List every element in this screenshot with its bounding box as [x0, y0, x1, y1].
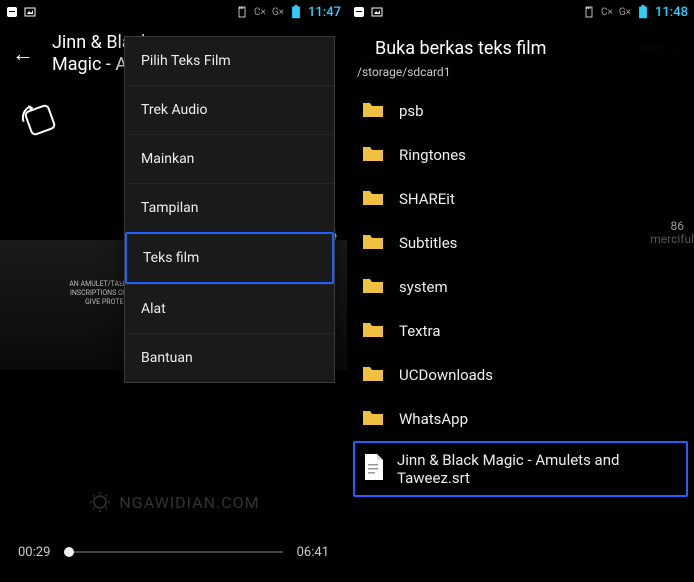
- folder-label: SHAREit: [399, 190, 455, 208]
- right-screenshot: C× G× 11:48 ← Jinn & Black HW ⋮ Buka ber…: [347, 0, 694, 582]
- seek-bar[interactable]: [64, 551, 282, 553]
- file-browser-path: /storage/sdcard1: [347, 63, 694, 89]
- folder-system[interactable]: system: [347, 265, 694, 309]
- net-label-2: G×: [272, 7, 284, 18]
- folder-label: WhatsApp: [399, 410, 468, 428]
- bulb-icon: [87, 490, 111, 514]
- bbm-icon: [353, 6, 365, 18]
- folder-whatsapp[interactable]: WhatsApp: [347, 397, 694, 441]
- menu-mainkan[interactable]: Mainkan: [125, 134, 334, 183]
- folder-label: UCDownloads: [399, 366, 493, 384]
- clock: 11:48: [655, 5, 688, 20]
- menu-tampilan[interactable]: Tampilan: [125, 183, 334, 232]
- sdcard-icon: [236, 6, 248, 18]
- file-srt[interactable]: Jinn & Black Magic - Amulets and Taweez.…: [353, 441, 688, 497]
- file-label: Jinn & Black Magic - Amulets and Taweez.…: [397, 451, 678, 487]
- folder-textra[interactable]: Textra: [347, 309, 694, 353]
- folder-icon: [361, 231, 385, 255]
- folder-icon: [361, 407, 385, 431]
- folder-icon: [361, 319, 385, 343]
- folder-icon: [361, 99, 385, 123]
- folder-subtitles[interactable]: Subtitles: [347, 221, 694, 265]
- battery-icon: [637, 6, 649, 18]
- menu-alat[interactable]: Alat: [125, 284, 334, 333]
- folder-icon: [361, 143, 385, 167]
- file-browser-title: Buka berkas teks film: [347, 24, 694, 63]
- watermark-text: NGAWIDIAN.COM: [119, 493, 259, 512]
- folder-ucdownloads[interactable]: UCDownloads: [347, 353, 694, 397]
- context-menu: Pilih Teks Film Trek Audio Mainkan Tampi…: [124, 36, 335, 383]
- folder-label: Subtitles: [399, 234, 457, 252]
- folder-shareit[interactable]: SHAREit: [347, 177, 694, 221]
- watermark: NGAWIDIAN.COM: [87, 490, 259, 514]
- menu-teks-film[interactable]: Teks film: [125, 232, 334, 284]
- menu-pilih-teks[interactable]: Pilih Teks Film: [125, 37, 334, 85]
- left-screenshot: C× G× 11:47 ← Jinn & Black Magic - Amule…: [0, 0, 347, 582]
- net-label-1: C×: [254, 7, 266, 18]
- image-icon: [24, 6, 36, 18]
- folder-label: Ringtones: [399, 146, 466, 164]
- back-button[interactable]: ←: [12, 41, 40, 67]
- folder-label: Textra: [399, 322, 440, 340]
- net-label-1: C×: [601, 7, 613, 18]
- merciful-label: merciful: [650, 232, 694, 246]
- file-list: psb Ringtones SHAREit Subtitles system T…: [347, 89, 694, 497]
- folder-label: psb: [399, 102, 424, 120]
- sdcard-icon: [583, 6, 595, 18]
- folder-label: system: [399, 278, 448, 296]
- statusbar: C× G× 11:48: [347, 0, 694, 24]
- battery-icon: [290, 6, 302, 18]
- player-controls: 00:29 06:41: [0, 522, 347, 582]
- count-badge: 86: [671, 219, 685, 233]
- rotate-icon[interactable]: [14, 94, 65, 145]
- file-icon: [363, 454, 383, 484]
- folder-icon: [361, 275, 385, 299]
- folder-ringtones[interactable]: Ringtones: [347, 133, 694, 177]
- statusbar: C× G× 11:47: [0, 0, 347, 24]
- image-icon: [371, 6, 383, 18]
- clock: 11:47: [308, 5, 341, 20]
- folder-psb[interactable]: psb: [347, 89, 694, 133]
- menu-bantuan[interactable]: Bantuan: [125, 333, 334, 382]
- net-label-2: G×: [619, 7, 631, 18]
- total-time: 06:41: [297, 545, 329, 560]
- folder-icon: [361, 187, 385, 211]
- current-time: 00:29: [18, 545, 50, 560]
- folder-icon: [361, 363, 385, 387]
- bbm-icon: [6, 6, 18, 18]
- menu-trek-audio[interactable]: Trek Audio: [125, 85, 334, 134]
